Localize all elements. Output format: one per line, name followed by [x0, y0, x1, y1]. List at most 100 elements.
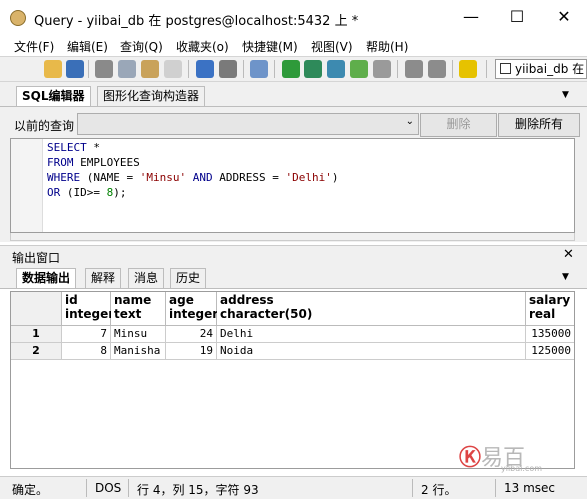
menu-help[interactable]: 帮助(H): [366, 38, 408, 55]
cell-address[interactable]: Noida: [217, 343, 526, 360]
column-type: integer: [65, 307, 115, 321]
watermark-url: yiibai.com: [501, 464, 543, 473]
toolbar-separator: [88, 60, 89, 78]
menu-macros[interactable]: 快捷键(M): [242, 38, 298, 55]
open-icon[interactable]: [44, 60, 62, 78]
sql-line-1: SELECT *: [47, 141, 100, 154]
status-cursor-position: 行 4，列 15，字符 93: [137, 483, 259, 497]
execute-to-file-icon[interactable]: [327, 60, 345, 78]
status-separator: [495, 479, 496, 497]
minimize-button[interactable]: —: [448, 0, 494, 36]
toolbar-separator: [486, 60, 487, 78]
output-window-header: 输出窗口 ✕: [0, 245, 587, 265]
title-bar: Query - yiibai_db 在 postgres@localhost:5…: [0, 0, 587, 36]
undo-icon[interactable]: [196, 60, 214, 78]
column-type: text: [114, 307, 142, 321]
rollback-icon[interactable]: [428, 60, 446, 78]
cell-name[interactable]: Manisha: [111, 343, 166, 360]
column-header-id[interactable]: id integer: [62, 292, 115, 326]
clear-icon[interactable]: [164, 60, 182, 78]
sql-editor[interactable]: SELECT * FROM EMPLOYEES WHERE (NAME = 'M…: [10, 138, 575, 233]
data-grid: id integer name text age integer address…: [10, 291, 575, 473]
status-row-count: 2 行。: [421, 483, 457, 497]
tab-explain[interactable]: 解释: [85, 268, 122, 289]
previous-queries-dropdown[interactable]: ⌄: [77, 113, 419, 135]
menu-edit[interactable]: 编辑(E): [67, 38, 108, 55]
sql-number: 8: [106, 186, 114, 199]
cell-salary[interactable]: 135000: [526, 326, 574, 343]
column-header-age[interactable]: age integer: [166, 292, 218, 326]
sql-line-3: WHERE (NAME = 'Minsu' AND ADDRESS = 'Del…: [47, 171, 338, 184]
menu-view[interactable]: 视图(V): [311, 38, 353, 55]
menu-bar: 文件(F) 编辑(E) 查询(Q) 收藏夹(o) 快捷键(M) 视图(V) 帮助…: [0, 36, 587, 56]
cell-id[interactable]: 7: [62, 326, 111, 343]
database-selector[interactable]: yiibai_db 在: [495, 59, 587, 79]
column-header-name[interactable]: name text: [111, 292, 166, 326]
previous-queries-label: 以前的查询: [14, 119, 75, 133]
status-separator: [412, 479, 413, 497]
redo-icon[interactable]: [219, 60, 237, 78]
grid-corner[interactable]: [11, 292, 62, 326]
status-state: 确定。: [12, 483, 49, 497]
column-name: id: [65, 293, 78, 307]
sql-string: 'Delhi': [285, 171, 332, 184]
cell-id[interactable]: 8: [62, 343, 111, 360]
cell-age[interactable]: 19: [166, 343, 217, 360]
toolbar-separator: [188, 60, 189, 78]
column-header-address[interactable]: address character(50): [217, 292, 526, 326]
toolbar-separator: [274, 60, 275, 78]
help-icon[interactable]: [459, 60, 477, 78]
status-bar: 确定。 DOS 行 4，列 15，字符 93 2 行。 13 msec: [0, 476, 587, 499]
cut-icon[interactable]: [95, 60, 113, 78]
execute-icon[interactable]: [282, 60, 300, 78]
tab-sql-editor[interactable]: SQL编辑器: [16, 86, 91, 107]
stop-icon[interactable]: [373, 60, 391, 78]
menu-favorites[interactable]: 收藏夹(o): [176, 38, 229, 55]
close-icon[interactable]: ✕: [563, 247, 574, 262]
status-separator: [128, 479, 129, 497]
divider: [0, 106, 587, 107]
column-name: salary: [529, 293, 571, 307]
sql-keyword: AND: [192, 171, 213, 184]
tab-graphical-query-builder[interactable]: 图形化查询构造器: [97, 86, 206, 107]
delete-all-button[interactable]: 删除所有: [498, 113, 580, 137]
sql-keyword: OR: [47, 186, 61, 199]
divider: [0, 288, 587, 289]
sql-string: 'Minsu': [139, 171, 187, 184]
column-header-salary[interactable]: salary real: [526, 292, 574, 326]
pane-menu-icon[interactable]: ▼: [562, 272, 569, 282]
tab-messages[interactable]: 消息: [128, 268, 165, 289]
copy-icon[interactable]: [118, 60, 136, 78]
row-header[interactable]: 2: [11, 343, 62, 360]
tab-history[interactable]: 历史: [170, 268, 207, 289]
cell-age[interactable]: 24: [166, 326, 217, 343]
sql-line-4: OR (ID>= 8);: [47, 186, 126, 199]
menu-query[interactable]: 查询(Q): [120, 38, 163, 55]
find-icon[interactable]: [250, 60, 268, 78]
sql-keyword: FROM: [47, 156, 74, 169]
cell-salary[interactable]: 125000: [526, 343, 574, 360]
pane-menu-icon[interactable]: ▼: [562, 90, 569, 100]
cell-address[interactable]: Delhi: [217, 326, 526, 343]
close-button[interactable]: ✕: [541, 0, 587, 36]
column-name: age: [169, 293, 194, 307]
status-line-ending: DOS: [95, 481, 122, 495]
maximize-button[interactable]: ☐: [494, 0, 540, 36]
tab-data-output[interactable]: 数据输出: [16, 268, 77, 289]
pgadmin-elephant-icon: [10, 10, 26, 26]
execute-pgscript-icon[interactable]: [304, 60, 322, 78]
column-type: real: [529, 307, 556, 321]
menu-file[interactable]: 文件(F): [14, 38, 54, 55]
explain-icon[interactable]: [350, 60, 368, 78]
row-header[interactable]: 1: [11, 326, 62, 343]
window-title: Query - yiibai_db 在 postgres@localhost:5…: [34, 14, 359, 29]
sql-horizontal-scrollbar[interactable]: [10, 233, 575, 241]
sql-keyword: SELECT: [47, 141, 87, 154]
paste-icon[interactable]: [141, 60, 159, 78]
sql-line-3-text: WHERE (NAME = 'Minsu' AND ADDRESS = 'Del…: [47, 171, 339, 184]
save-icon[interactable]: [66, 60, 84, 78]
commit-icon[interactable]: [405, 60, 423, 78]
cell-name[interactable]: Minsu: [111, 326, 166, 343]
delete-button[interactable]: 删除: [420, 113, 497, 137]
sql-line-4-text: OR (ID>= 8);: [47, 186, 127, 199]
